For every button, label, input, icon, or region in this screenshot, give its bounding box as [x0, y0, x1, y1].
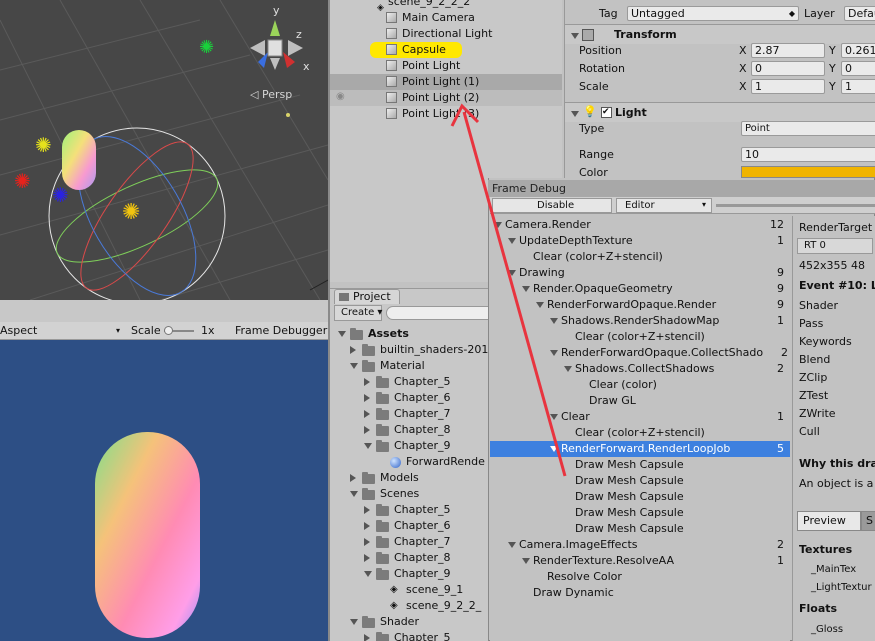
annotation-arrow — [450, 103, 567, 477]
